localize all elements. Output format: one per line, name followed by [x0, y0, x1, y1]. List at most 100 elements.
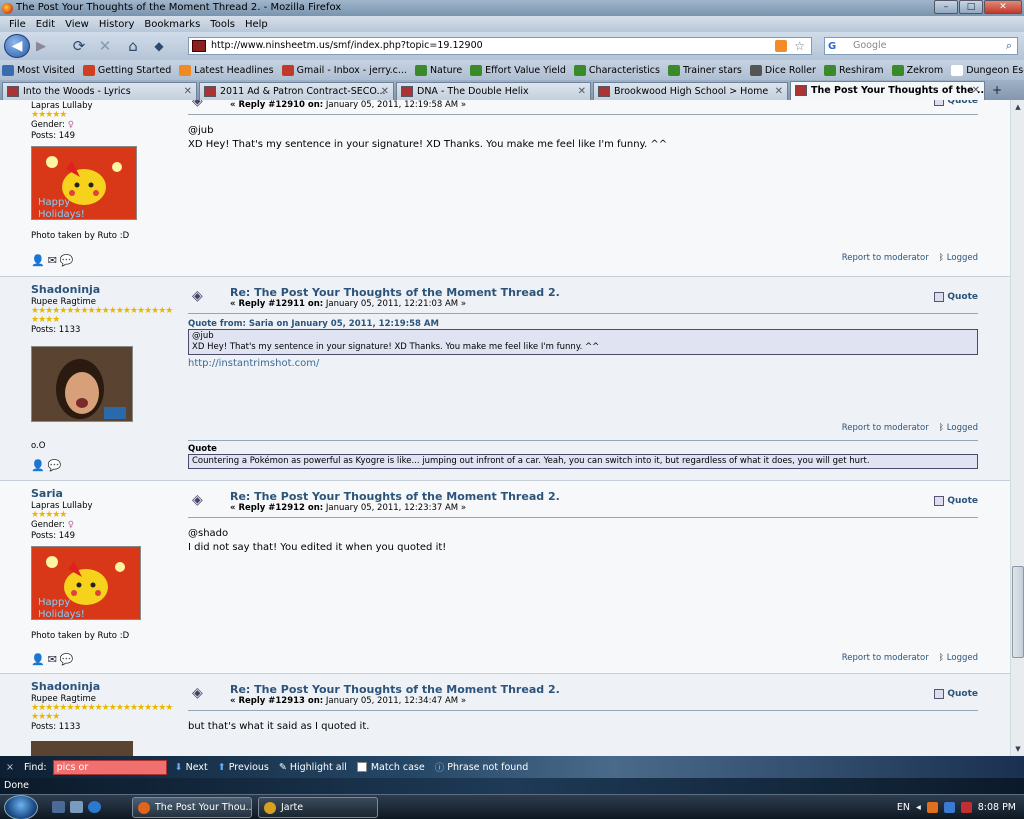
poster-name[interactable]: Shadoninja [31, 680, 181, 693]
menu-tools[interactable]: Tools [205, 19, 240, 30]
new-tab-button[interactable]: + [987, 82, 1007, 100]
pm-icon[interactable]: 💬 [60, 653, 74, 666]
vertical-scrollbar[interactable]: ▲ ▼ [1010, 100, 1024, 756]
close-tab-icon[interactable]: ✕ [578, 83, 586, 100]
scroll-down-arrow-icon[interactable]: ▼ [1012, 742, 1024, 756]
close-find-bar-icon[interactable]: × [6, 762, 14, 773]
quote-icon [934, 689, 945, 699]
browser-tab[interactable]: 2011 Ad & Patron Contract-SECO... ✕ [199, 82, 394, 100]
report-to-moderator-link[interactable]: Report to moderator [842, 253, 929, 263]
menu-edit[interactable]: Edit [31, 19, 60, 30]
bookmark-item[interactable]: Getting Started [82, 64, 171, 76]
post-subject-link[interactable]: Re: The Post Your Thoughts of the Moment… [230, 286, 978, 299]
bookmark-item[interactable]: Dungeon Escape! [951, 64, 1024, 76]
bookmark-label: Most Visited [17, 64, 75, 76]
browser-tab[interactable]: The Post Your Thoughts of the ... ✕ [790, 81, 985, 100]
profile-icon[interactable]: 👤 [31, 459, 45, 472]
start-orb-icon[interactable] [4, 795, 38, 819]
stop-icon[interactable]: ✕ [96, 35, 114, 57]
close-window-button[interactable]: ✕ [984, 0, 1022, 14]
show-desktop-icon[interactable] [52, 801, 65, 813]
profile-icon[interactable]: 👤 [31, 254, 45, 267]
switch-windows-icon[interactable] [70, 801, 83, 813]
highlight-all-button[interactable]: ✎ Highlight all [279, 762, 347, 773]
post-body: ◈ Re: The Post Your Thoughts of the Mome… [188, 286, 978, 369]
close-tab-icon[interactable]: ✕ [184, 83, 192, 100]
post-link[interactable]: http://instantrimshot.com/ [188, 358, 978, 369]
menu-help[interactable]: Help [240, 19, 273, 30]
quote-button[interactable]: Quote [934, 292, 978, 302]
google-engine-icon[interactable]: G [828, 39, 836, 55]
menu-file[interactable]: File [4, 19, 31, 30]
quote-button[interactable]: Quote [934, 689, 978, 699]
pm-icon[interactable]: 💬 [48, 459, 62, 472]
bookmark-item[interactable]: Most Visited [2, 64, 75, 76]
url-bar[interactable]: http://www.ninsheetm.us/smf/index.php?to… [188, 37, 812, 55]
avatar-text-2: Holidays! [38, 209, 85, 220]
browser-tab[interactable]: DNA - The Double Helix ✕ [396, 82, 591, 100]
taskbar-item-jarte[interactable]: Jarte [258, 797, 378, 818]
profile-icon[interactable]: 👤 [31, 653, 45, 666]
email-icon[interactable]: ✉ [48, 653, 57, 666]
find-previous-button[interactable]: ⬆ Previous [218, 762, 269, 773]
post-subject-link[interactable]: Re: The Post Your Thoughts of the Moment… [230, 490, 978, 503]
bookmark-icon [749, 64, 762, 76]
tray-app-icon[interactable] [926, 802, 938, 813]
reload-icon[interactable]: ⟳ [70, 35, 88, 57]
quote-button[interactable]: Quote [934, 496, 978, 506]
match-case-checkbox[interactable]: Match case [356, 762, 425, 773]
quote-button[interactable]: Quote [934, 100, 978, 106]
internet-explorer-icon[interactable] [88, 801, 101, 813]
post-text: but that's what it said as I quoted it. [188, 721, 370, 732]
bookmark-label: Nature [429, 64, 463, 76]
rss-icon[interactable] [775, 40, 787, 52]
scrollbar-thumb[interactable] [1012, 566, 1024, 658]
forward-button[interactable]: ▶ [30, 35, 52, 57]
bookmark-item[interactable]: Effort Value Yield [470, 64, 566, 76]
menu-bookmarks[interactable]: Bookmarks [139, 19, 205, 30]
back-button[interactable]: ◀ [4, 34, 30, 58]
report-to-moderator-link[interactable]: Report to moderator [842, 653, 929, 663]
addon-icon[interactable]: ◆ [150, 35, 168, 57]
bookmark-item[interactable]: Gmail - Inbox - jerry.c... [281, 64, 407, 76]
bookmark-star-icon[interactable]: ☆ [794, 38, 805, 54]
search-box[interactable]: G Google ⌕ [824, 37, 1018, 55]
post-subject-link[interactable]: Re: The Post Your Thoughts of the Moment… [230, 683, 978, 696]
volume-muted-icon[interactable] [960, 802, 972, 813]
tray-expand-icon[interactable]: ◂ [916, 802, 921, 813]
bookmark-item[interactable]: Trainer stars [667, 64, 742, 76]
minimize-button[interactable]: – [934, 0, 958, 14]
browser-tab[interactable]: Into the Woods - Lyrics ✕ [2, 82, 197, 100]
maximize-button[interactable]: □ [959, 0, 983, 14]
find-next-button[interactable]: ⬇ Next [175, 762, 208, 773]
bookmark-item[interactable]: Characteristics [573, 64, 660, 76]
bookmark-item[interactable]: Zekrom [891, 64, 943, 76]
close-tab-icon[interactable]: ✕ [775, 83, 783, 100]
language-indicator[interactable]: EN [897, 802, 910, 813]
clock[interactable]: 8:08 PM [978, 802, 1016, 813]
browser-tab[interactable]: Brookwood High School > Home ✕ [593, 82, 788, 100]
pm-icon[interactable]: 💬 [60, 254, 74, 267]
home-icon[interactable]: ⌂ [124, 35, 142, 57]
poster-name[interactable]: Saria [31, 487, 181, 500]
bookmark-item[interactable]: Latest Headlines [179, 64, 274, 76]
bookmark-item[interactable]: Reshiram [823, 64, 884, 76]
search-icon[interactable]: ⌕ [1006, 38, 1012, 54]
poster-signature: Photo taken by Ruto :D [31, 631, 130, 641]
menu-view[interactable]: View [60, 19, 94, 30]
close-tab-icon[interactable]: ✕ [381, 83, 389, 100]
bookmark-label: Gmail - Inbox - jerry.c... [296, 64, 407, 76]
bookmark-item[interactable]: Nature [414, 64, 463, 76]
taskbar-item-firefox[interactable]: The Post Your Thou... [132, 797, 252, 818]
find-input[interactable] [52, 759, 167, 775]
report-to-moderator-link[interactable]: Report to moderator [842, 423, 929, 433]
poster-name[interactable]: Shadoninja [31, 283, 181, 296]
scroll-up-arrow-icon[interactable]: ▲ [1012, 100, 1024, 114]
menu-history[interactable]: History [94, 19, 140, 30]
network-icon[interactable] [943, 802, 955, 813]
logged-icon: ᛒ [938, 253, 944, 263]
bookmark-item[interactable]: Dice Roller [749, 64, 816, 76]
email-icon[interactable]: ✉ [48, 254, 57, 267]
quote-header[interactable]: Quote from: Saria on January 05, 2011, 1… [188, 319, 978, 329]
close-tab-icon[interactable]: ✕ [972, 82, 980, 99]
